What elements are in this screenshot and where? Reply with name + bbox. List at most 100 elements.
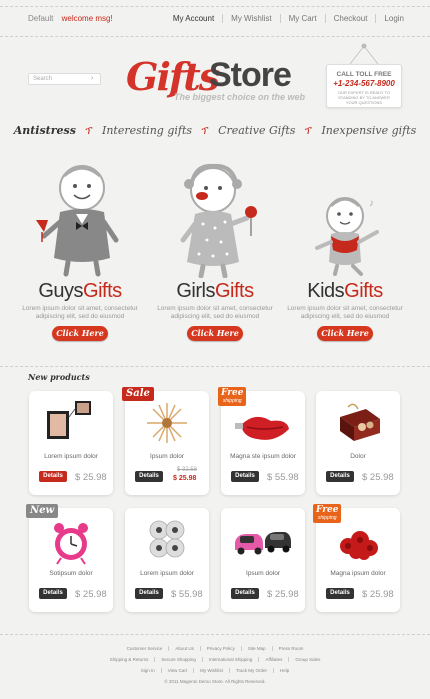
details-button[interactable]: Details xyxy=(135,588,163,599)
product-card[interactable]: Lorem ipsum dolor Details $ 55.98 xyxy=(125,508,209,612)
footer-link[interactable]: Track My Order xyxy=(228,668,274,673)
footer-link[interactable]: Secure Shopping xyxy=(154,657,202,662)
product-name[interactable]: Ipsum dolor xyxy=(125,453,209,460)
kids-click-here-button[interactable]: Click Here xyxy=(317,326,373,341)
footer-link[interactable]: About Us xyxy=(168,646,200,651)
guy-character-icon[interactable] xyxy=(30,162,130,278)
old-price: $ 32.58 xyxy=(177,467,198,473)
logo-tagline: The biggest choice on the web xyxy=(174,92,306,102)
nav-checkout[interactable]: Checkout xyxy=(324,14,376,23)
kids-gifts-title[interactable]: KidsGifts xyxy=(285,280,405,303)
copyright: © 2011 Magento Demo Store. All Rights Re… xyxy=(164,679,266,684)
photo-frame-icon xyxy=(47,401,91,439)
footer-links-row1: Customer Service About Us Privacy Policy Si… xyxy=(0,643,430,654)
girls-click-here-button[interactable]: Click Here xyxy=(187,326,243,341)
kids-gifts-block: ♪ KidsGifts Lorem ipsum dolor sit amet, … xyxy=(285,162,405,341)
product-card[interactable]: Free shipping Magna ste ipsum dolor Detai… xyxy=(218,387,305,495)
product-price: $ 25.98 xyxy=(75,472,107,483)
girls-gifts-block: GirlsGifts Lorem ipsum dolor sit amet, c… xyxy=(155,162,275,341)
product-card[interactable]: Sale Ipsum dolor Details $ 32.58 $ 25.98 xyxy=(122,387,209,495)
footer-link[interactable]: Privacy Policy xyxy=(199,646,241,651)
footer-links-row3: Sign In View Cart My Wishlist Track My Orde… xyxy=(0,665,430,676)
details-button[interactable]: Details xyxy=(135,471,163,482)
girls-gifts-title[interactable]: GirlsGifts xyxy=(155,280,275,303)
product-price: $ 55.98 xyxy=(171,589,203,600)
gift-box-icon xyxy=(340,403,380,441)
footer-link[interactable]: Affiliates xyxy=(258,657,289,662)
category-inexpensive-gifts[interactable]: Inexpensive gifts xyxy=(321,124,416,137)
product-price: $ 25.98 xyxy=(362,589,394,600)
language-select[interactable]: Default xyxy=(28,14,53,23)
welcome-message: welcome msg! xyxy=(61,14,113,23)
nav-login[interactable]: Login xyxy=(375,14,404,23)
product-name[interactable]: Sotipsum dolor xyxy=(29,570,113,577)
footer: Customer Service About Us Privacy Policy Si… xyxy=(0,643,430,687)
call-toll-free-box: CALL TOLL FREE +1-234-567-8900 OUR EXPER… xyxy=(326,64,402,108)
search-input[interactable]: Search › xyxy=(28,73,101,85)
product-name[interactable]: Lorem ipsum dolor xyxy=(29,453,113,460)
site-logo[interactable]: Gifts Store The biggest choice on the we… xyxy=(126,54,306,104)
product-name[interactable]: Ipsum dolor xyxy=(221,570,305,577)
girl-character-icon[interactable] xyxy=(165,162,265,278)
category-nav: Antistress ፕ Interesting gifts ፕ Creativ… xyxy=(0,124,430,137)
product-card[interactable]: New Sotipsum dolor Details $ 25.98 xyxy=(26,504,113,612)
call-title: CALL TOLL FREE xyxy=(336,71,392,78)
product-card[interactable]: Free shipping Magna ipsum dolor Details $… xyxy=(313,504,400,612)
category-interesting-gifts[interactable]: Interesting gifts xyxy=(102,124,192,137)
kid-character-icon[interactable]: ♪ xyxy=(295,162,395,278)
toy-cars-icon xyxy=(235,532,291,555)
footer-link[interactable]: Shipping & Returns xyxy=(104,657,155,662)
footer-links-row2: Shipping & Returns Secure Shopping Interna… xyxy=(0,654,430,665)
product-card[interactable]: Dolor Details $ 25.98 xyxy=(316,391,400,495)
nav-my-account[interactable]: My Account xyxy=(165,14,222,23)
nav-my-wishlist[interactable]: My Wishlist xyxy=(222,14,279,23)
footer-link[interactable]: Group Sales xyxy=(288,657,327,662)
svg-text:♪: ♪ xyxy=(369,198,374,209)
footer-link[interactable]: International Shipping xyxy=(201,657,259,662)
balloon-clover-icon xyxy=(149,520,185,558)
sun-clock-icon xyxy=(147,403,187,443)
guys-gifts-desc: Lorem ipsum dolor sit amet, consectetur a… xyxy=(22,305,138,320)
guys-gifts-title[interactable]: GuysGifts xyxy=(20,280,140,303)
product-card[interactable]: Lorem ipsum dolor Details $ 25.98 xyxy=(29,391,113,495)
call-phone[interactable]: +1-234-567-8900 xyxy=(327,79,401,88)
product-price: $ 25.98 xyxy=(267,589,299,600)
product-price: $ 25.98 xyxy=(362,472,394,483)
footer-link[interactable]: Help xyxy=(273,668,296,673)
product-name[interactable]: Lorem ipsum dolor xyxy=(125,570,209,577)
details-button[interactable]: Details xyxy=(39,588,67,599)
footer-link[interactable]: Sign In xyxy=(135,668,161,673)
details-button[interactable]: Details xyxy=(231,471,259,482)
category-creative-gifts[interactable]: Creative Gifts xyxy=(218,124,295,137)
logo-store: Store xyxy=(209,56,292,94)
red-roses-icon xyxy=(340,531,378,560)
footer-dashed-line xyxy=(0,634,430,635)
product-price: $ 25.98 xyxy=(75,589,107,600)
account-nav: My Account My Wishlist My Cart Checkout … xyxy=(165,14,404,23)
product-name[interactable]: Magna ste ipsum dolor xyxy=(221,453,305,460)
girls-gifts-desc: Lorem ipsum dolor sit amet, consectetur a… xyxy=(157,305,273,320)
section-dashed-line xyxy=(0,366,430,367)
gift-categories-hero: GuysGifts Lorem ipsum dolor sit amet, co… xyxy=(0,162,430,362)
gift-ribbon-icon: ፕ xyxy=(201,126,209,137)
search-placeholder: Search xyxy=(33,76,53,82)
guys-click-here-button[interactable]: Click Here xyxy=(52,326,108,341)
footer-link[interactable]: View Cart xyxy=(160,668,194,673)
product-name[interactable]: Dolor xyxy=(316,453,400,460)
product-name[interactable]: Magna ipsum dolor xyxy=(316,570,400,577)
details-button[interactable]: Details xyxy=(231,588,259,599)
footer-link[interactable]: Site Map xyxy=(240,646,272,651)
details-button[interactable]: Details xyxy=(326,588,354,599)
gift-ribbon-icon: ፕ xyxy=(304,126,312,137)
top-dashed-line xyxy=(0,6,430,7)
details-button[interactable]: Details xyxy=(39,471,67,482)
category-antistress[interactable]: Antistress xyxy=(14,124,76,137)
footer-link[interactable]: My Wishlist xyxy=(193,668,229,673)
details-button[interactable]: Details xyxy=(326,471,354,482)
search-go-icon[interactable]: › xyxy=(91,75,98,83)
alarm-clock-icon xyxy=(54,523,88,565)
footer-link[interactable]: Press Room xyxy=(271,646,310,651)
footer-link[interactable]: Customer Service xyxy=(121,646,169,651)
product-card[interactable]: Ipsum dolor Details $ 25.98 xyxy=(221,508,305,612)
nav-my-cart[interactable]: My Cart xyxy=(279,14,325,23)
